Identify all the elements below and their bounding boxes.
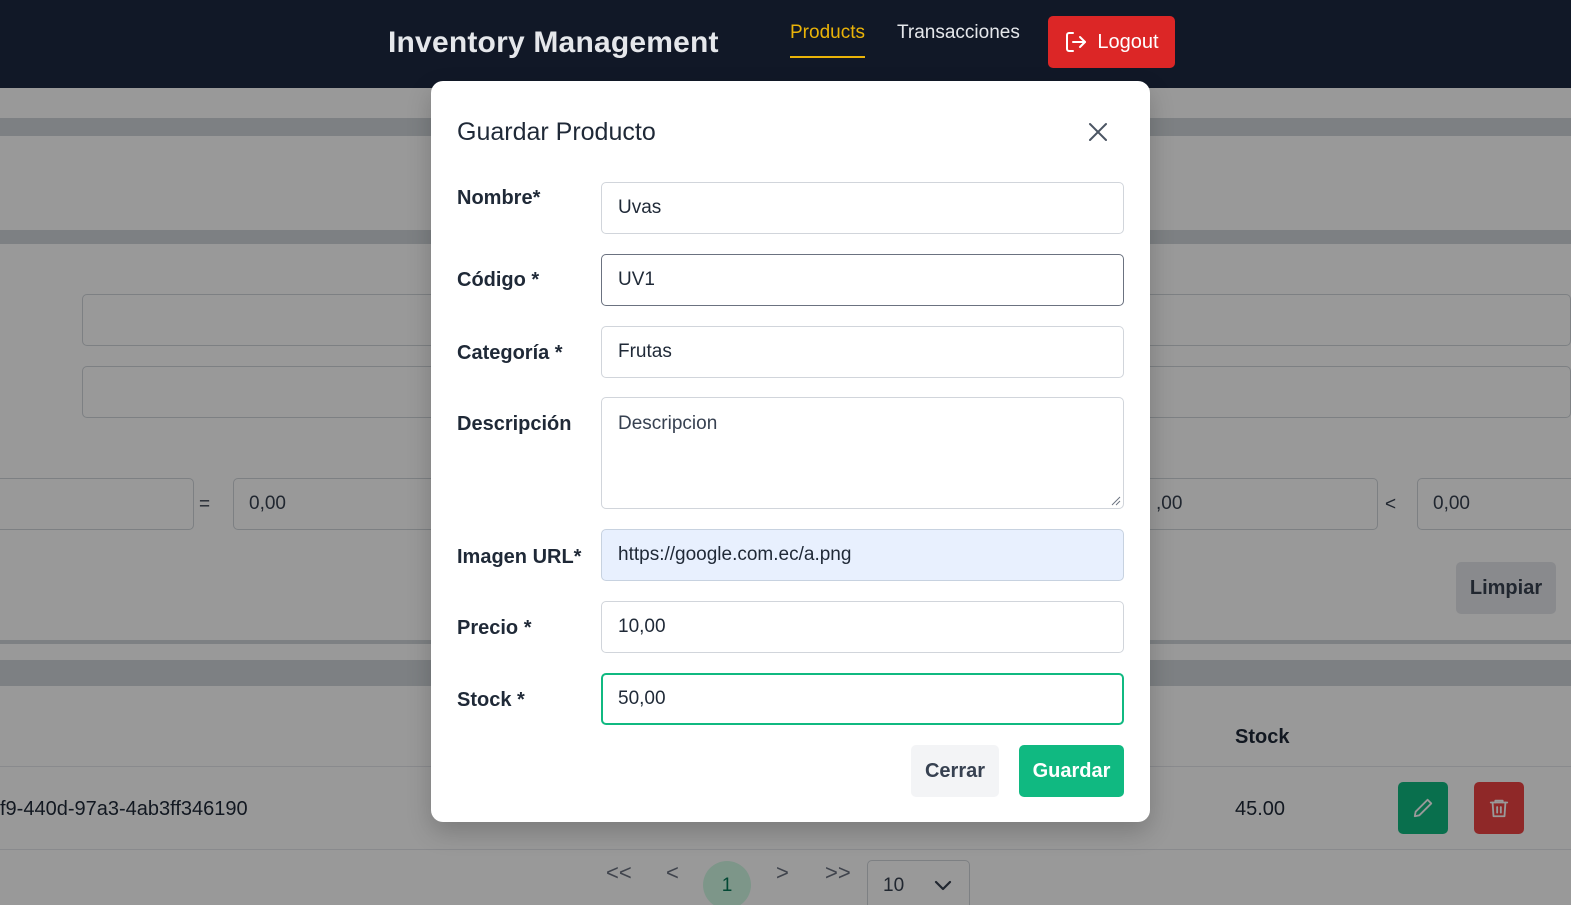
codigo-field[interactable] <box>601 254 1124 306</box>
imagen-url-field[interactable] <box>601 529 1124 581</box>
close-modal-button[interactable]: Cerrar <box>911 745 999 797</box>
precio-label: Precio * <box>457 617 532 639</box>
codigo-label: Código * <box>457 269 540 291</box>
descripcion-field[interactable]: Descripcion <box>601 397 1124 509</box>
resize-grip-icon[interactable] <box>1111 496 1121 506</box>
descripcion-label: Descripción <box>457 413 572 435</box>
save-product-button[interactable]: Guardar <box>1019 745 1124 797</box>
stock-label: Stock * <box>457 689 525 711</box>
app-title: Inventory Management <box>388 26 719 59</box>
nav-transacciones[interactable]: Transacciones <box>897 22 1020 44</box>
logout-button[interactable]: Logout <box>1048 16 1175 68</box>
modal-title: Guardar Producto <box>457 118 656 146</box>
logout-icon <box>1066 32 1087 52</box>
top-navbar: Inventory Management Products Transaccio… <box>0 0 1571 88</box>
save-product-modal: Guardar Producto Nombre* Código * Catego… <box>431 81 1150 822</box>
close-icon[interactable] <box>1087 121 1109 143</box>
categoria-label: Categoría * <box>457 342 563 364</box>
nav-products[interactable]: Products <box>790 22 865 58</box>
precio-field[interactable] <box>601 601 1124 653</box>
stock-field[interactable] <box>601 673 1124 725</box>
nombre-label: Nombre* <box>457 187 541 209</box>
imagen-url-label: Imagen URL* <box>457 546 582 568</box>
nombre-field[interactable] <box>601 182 1124 234</box>
logout-label: Logout <box>1097 30 1159 53</box>
categoria-field[interactable] <box>601 326 1124 378</box>
